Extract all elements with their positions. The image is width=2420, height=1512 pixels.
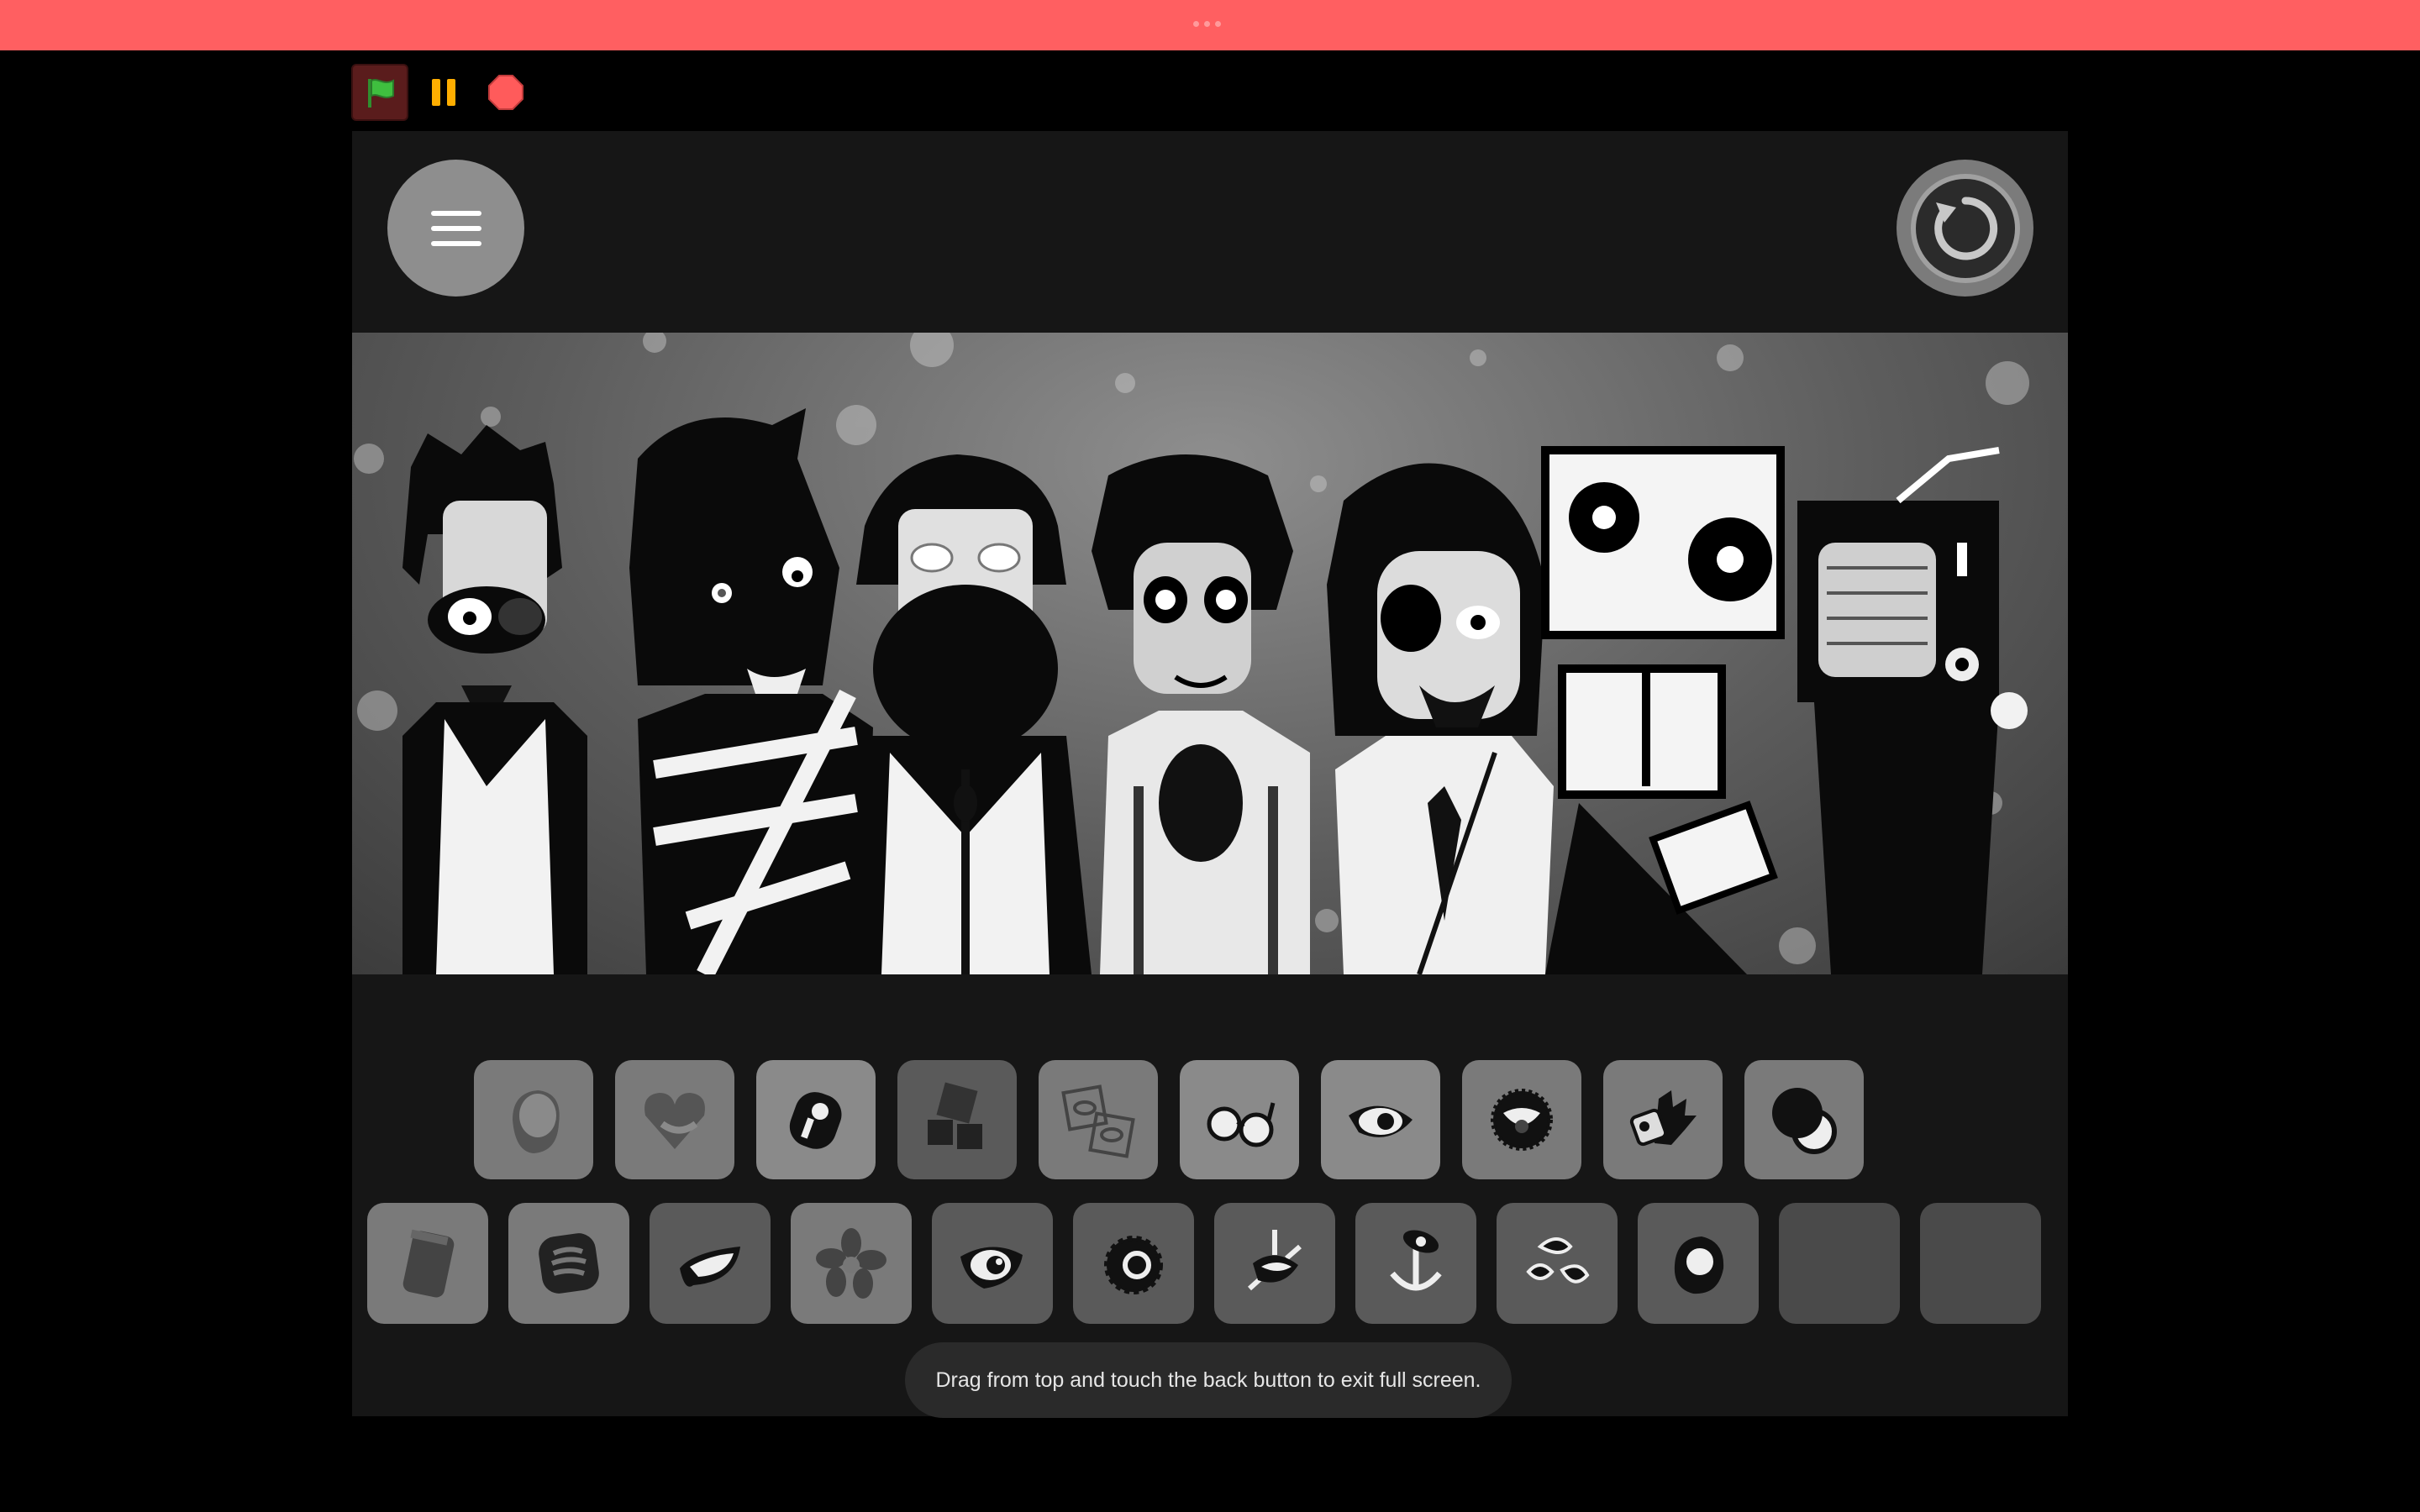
glasses-icon[interactable]: [1180, 1060, 1299, 1179]
green-flag-button[interactable]: [351, 64, 408, 121]
sound-icons-row-2: [367, 1203, 2041, 1324]
circles-icon[interactable]: [1744, 1060, 1864, 1179]
character-4: [1092, 454, 1310, 974]
menu-button[interactable]: [387, 160, 524, 297]
sound-icons-row-1: [474, 1060, 1864, 1179]
character-3: [848, 454, 1092, 974]
heart-icon[interactable]: [615, 1060, 734, 1179]
character-2: [629, 408, 873, 974]
empty-slot[interactable]: [1779, 1203, 1900, 1324]
character-5: [1327, 463, 1554, 974]
fullscreen-toast: Drag from top and touch the back button …: [905, 1342, 1512, 1418]
player-controls: [351, 64, 533, 121]
ring-icon[interactable]: [1073, 1203, 1194, 1324]
game-stage[interactable]: Drag from top and touch the back button …: [352, 131, 2068, 1418]
hand-icon[interactable]: [1603, 1060, 1723, 1179]
eyes-icon[interactable]: [1039, 1060, 1158, 1179]
eye-icon[interactable]: [1321, 1060, 1440, 1179]
reset-icon: [1933, 196, 1997, 260]
pause-icon: [432, 79, 455, 106]
green-flag-icon: [368, 79, 394, 108]
splat-icon[interactable]: [1497, 1203, 1618, 1324]
blob-icon[interactable]: [474, 1060, 593, 1179]
stop-icon: [488, 75, 523, 110]
window-title-bar[interactable]: [0, 0, 2420, 50]
flower-icon[interactable]: [791, 1203, 912, 1324]
pause-button[interactable]: [417, 66, 471, 119]
stripes-icon[interactable]: [508, 1203, 629, 1324]
tag-icon[interactable]: [367, 1203, 488, 1324]
hamburger-menu-icon: [430, 210, 481, 246]
anchor-icon[interactable]: [1355, 1203, 1476, 1324]
character-6: [1541, 446, 1785, 974]
reset-button[interactable]: [1897, 160, 2033, 297]
key-icon[interactable]: [756, 1060, 876, 1179]
orb-icon[interactable]: [1638, 1203, 1759, 1324]
empty-slot[interactable]: [1920, 1203, 2041, 1324]
squares-icon[interactable]: [897, 1060, 1017, 1179]
drag-handle[interactable]: [1193, 21, 1221, 27]
eye-dark-icon[interactable]: [932, 1203, 1053, 1324]
spark-icon[interactable]: [1214, 1203, 1335, 1324]
stop-button[interactable]: [479, 66, 533, 119]
spiky-mouth-icon[interactable]: [1462, 1060, 1581, 1179]
character-7: [1797, 447, 2028, 974]
lips-icon[interactable]: [650, 1203, 771, 1324]
character-1: [402, 425, 587, 974]
character-scene: [352, 333, 2068, 974]
